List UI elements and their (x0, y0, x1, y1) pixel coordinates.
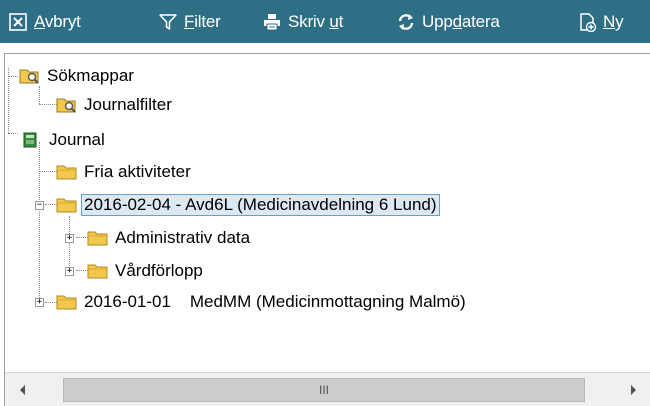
folder-icon (87, 262, 109, 280)
filter-button[interactable]: Filter (158, 0, 221, 43)
cancel-button[interactable]: Avbryt (8, 0, 81, 43)
tree-connector (8, 76, 18, 77)
filter-label: Filter (184, 11, 221, 31)
scroll-right-button[interactable] (616, 373, 650, 406)
arrow-left-icon (19, 385, 25, 395)
tree-connector (39, 104, 57, 105)
tree-node-label: 2016-02-04 - Avd6L (Medicinavdelning 6 L… (81, 194, 440, 216)
refresh-label: Uppdatera (422, 11, 500, 31)
search-folder-icon (19, 67, 41, 85)
tree-node-label: Journal (49, 130, 105, 149)
arrow-right-icon (630, 385, 636, 395)
tree-node-label: Journalfilter (84, 95, 172, 114)
tree-node-visit-2016-02-04[interactable]: 2016-02-04 - Avd6L (Medicinavdelning 6 L… (56, 192, 440, 218)
tree-node-visit-2016-01-01[interactable]: 2016-01-01 MedMM (Medicinmottagning Malm… (56, 289, 469, 315)
refresh-arrows-icon (396, 12, 416, 32)
cancel-label: Avbryt (34, 11, 81, 31)
tree-node-label: Vårdförlopp (115, 261, 203, 280)
collapse-toggle[interactable]: − (35, 201, 44, 210)
tree-connector (8, 133, 18, 134)
tree-node-label: Administrativ data (115, 228, 251, 247)
tree-connector (69, 216, 70, 272)
folder-icon (56, 293, 78, 311)
tree-node-vardforlopp[interactable]: Vårdförlopp (87, 258, 206, 284)
tree-node-administrativ-data[interactable]: Administrativ data (87, 225, 253, 251)
expand-toggle[interactable]: + (65, 267, 74, 276)
search-folder-icon (56, 96, 78, 114)
journal-book-icon (19, 131, 37, 149)
horizontal-scrollbar[interactable]: III (5, 372, 650, 406)
folder-icon (56, 163, 78, 181)
tree-node-fria-aktiviteter[interactable]: Fria aktiviteter (56, 159, 194, 185)
cancel-box-icon (8, 12, 28, 32)
tree-node-sokmappar[interactable]: Sökmappar (19, 63, 137, 89)
folder-icon (87, 229, 109, 247)
tree-node-label: Sökmappar (47, 66, 134, 85)
refresh-button[interactable]: Uppdatera (396, 0, 500, 43)
expand-toggle[interactable]: + (65, 234, 74, 243)
toolbar: Avbryt Filter Skriv ut Uppdatera Ny (0, 0, 650, 43)
filter-funnel-icon (158, 12, 178, 32)
new-button[interactable]: Ny (577, 0, 624, 43)
tree-connector (8, 68, 9, 133)
scrollbar-grip: III (318, 383, 329, 397)
folder-icon (56, 196, 78, 214)
journal-tree: Sökmappar Journalfilter Journal Fria akt… (4, 53, 650, 406)
new-document-icon (577, 12, 597, 32)
new-label: Ny (603, 11, 624, 31)
tree-connector (39, 171, 57, 172)
printer-icon (262, 12, 282, 32)
tree-node-label: 2016-01-01 MedMM (Medicinmottagning Malm… (84, 292, 466, 311)
print-button[interactable]: Skriv ut (262, 0, 343, 43)
tree-node-journalfilter[interactable]: Journalfilter (56, 92, 175, 118)
tree-node-journal[interactable]: Journal (19, 127, 108, 153)
tree-connector (39, 142, 40, 302)
scrollbar-thumb[interactable]: III (63, 378, 585, 402)
scroll-left-button[interactable] (5, 373, 39, 406)
expand-toggle[interactable]: + (35, 298, 44, 307)
tree-node-label: Fria aktiviteter (84, 162, 191, 181)
print-label: Skriv ut (288, 11, 344, 31)
